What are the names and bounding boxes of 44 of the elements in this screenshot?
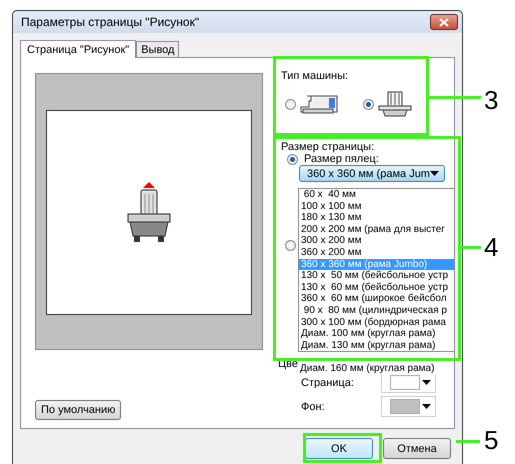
leader-line [429,96,481,99]
ok-button[interactable]: OK [305,438,373,459]
default-button[interactable]: По умолчанию [35,400,122,420]
list-item[interactable]: 360 x 60 мм (широкое бейсбол [299,293,454,305]
callout-number: 5 [484,425,498,455]
list-item[interactable]: 100 x 100 мм [299,200,454,212]
list-item[interactable]: 300 x 100 мм (бордюрная рама [299,316,454,328]
callout-number: 4 [484,232,498,262]
list-item[interactable]: Диам. 130 мм (круглая рама) [299,340,454,352]
caret-icon [422,404,431,409]
color-dropdown[interactable] [381,396,436,417]
custom-size-radio[interactable] [285,240,296,251]
embroidery-machine-drawing [126,182,172,244]
list-item[interactable]: 180 x 130 мм [299,212,454,224]
color-dropdown[interactable] [381,372,436,393]
list-item[interactable]: 130 x 60 мм (бейсбольное устр [299,282,454,294]
machine-radio[interactable] [363,98,374,110]
callout-number: 3 [484,85,498,115]
leader-line [456,440,480,443]
window-title: Параметры страницы "Рисунок" [21,15,200,29]
tab[interactable]: Страница "Рисунок" [20,40,136,58]
list-item[interactable]: 360 x 200 мм [299,246,454,259]
caret-icon [430,171,439,176]
page-size-label: Размер страницы: [281,141,376,153]
hoop-size-label: Размер пялец: [304,153,379,165]
list-item[interactable]: 60 x 40 мм [299,189,454,201]
caret-icon [422,380,431,385]
list-item[interactable]: 300 x 200 мм [299,235,454,247]
leader-line [461,246,481,249]
cancel-button[interactable]: Отмена [383,438,451,459]
tab[interactable]: Вывод [136,41,180,57]
list-item[interactable]: 90 x 80 мм (цилиндрическая р [299,304,454,317]
hoop-size-dropdown[interactable]: 360 x 360 мм (рама Jum [299,165,445,182]
list-item[interactable]: 130 x 50 мм (бейсбольное устр [299,270,454,282]
machine-radio[interactable] [285,98,296,110]
color-label: Фон: [301,400,326,412]
list-item[interactable]: 200 x 200 мм (рама для выстег [299,224,454,236]
embroidery-machine-icon [377,90,413,118]
color-label: Страница: [301,376,355,388]
hoop-size-radio[interactable] [287,154,298,164]
close-icon [439,18,449,26]
machine-type-label: Тип машины: [281,70,350,82]
list-item[interactable]: Диам. 100 мм (круглая рама) [299,328,454,340]
close-button[interactable] [430,14,458,30]
